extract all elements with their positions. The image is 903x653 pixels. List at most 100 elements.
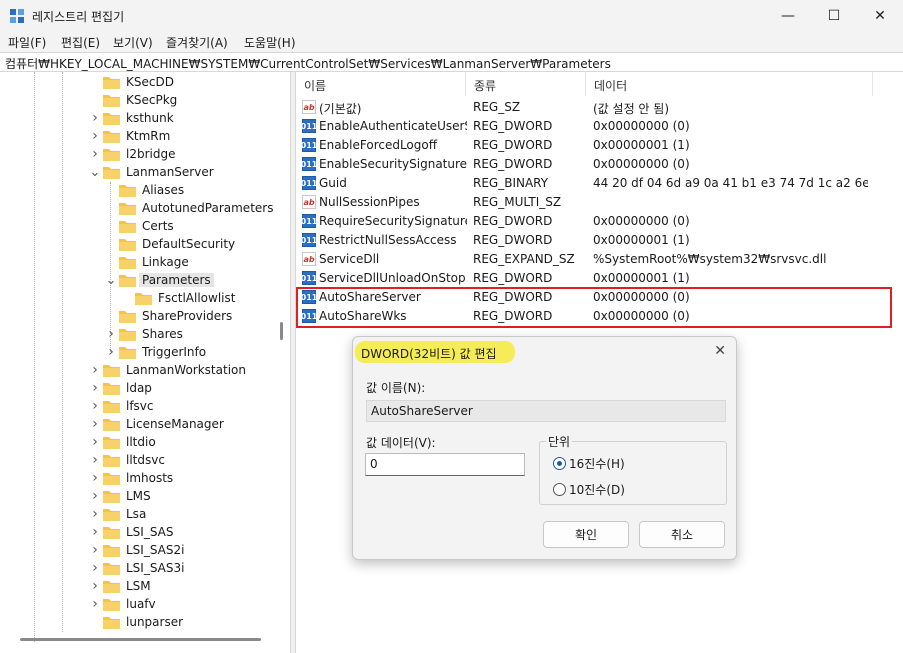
column-header-data[interactable]: 데이터 xyxy=(586,72,873,96)
menu-edit[interactable]: 편집(E) xyxy=(61,34,100,51)
tree-item[interactable]: ⌄ Parameters xyxy=(106,271,214,289)
tree-item-label: lunparser xyxy=(126,615,184,629)
chevron-right-icon[interactable]: › xyxy=(90,541,100,559)
tree-item[interactable]: › luafv xyxy=(90,595,155,613)
value-row[interactable]: ab NullSessionPipes REG_MULTI_SZ xyxy=(296,193,903,212)
value-name: EnableForcedLogoff xyxy=(319,138,438,152)
folder-icon xyxy=(119,220,136,233)
tree-item[interactable]: › ldap xyxy=(90,379,152,397)
chevron-right-icon[interactable]: › xyxy=(90,145,100,163)
column-header-name[interactable]: 이름 xyxy=(296,72,466,96)
close-button[interactable]: ✕ xyxy=(857,0,903,32)
value-row[interactable]: 011 EnableForcedLogoff REG_DWORD 0x00000001… xyxy=(296,136,903,155)
tree-item[interactable]: › ksthunk xyxy=(90,109,174,127)
dialog-close-button[interactable]: ✕ xyxy=(714,343,726,359)
value-name-field: AutoShareServer xyxy=(366,400,726,422)
tree-item[interactable]: Certs xyxy=(106,217,174,235)
value-row[interactable]: 011EnableAuthenticateUserS... REG_DWORD 0x… xyxy=(296,117,903,136)
radio-decimal[interactable]: 10진수(D) xyxy=(553,481,625,498)
tree-item[interactable]: KSecPkg xyxy=(90,91,177,109)
value-row[interactable]: 011 Guid REG_BINARY 44 20 df 04 6d a9 0a 41… xyxy=(296,174,903,193)
tree-item[interactable]: › LSI_SAS2i xyxy=(90,541,184,559)
tree-item[interactable]: › LicenseManager xyxy=(90,415,224,433)
radio-hexadecimal[interactable]: 16진수(H) xyxy=(553,455,625,472)
chevron-right-icon[interactable]: › xyxy=(90,415,100,433)
value-data: 44 20 df 04 6d a9 0a 41 b1 e3 74 7d 1c a… xyxy=(593,176,868,190)
tree-item[interactable]: › TriggerInfo xyxy=(106,343,206,361)
chevron-right-icon[interactable]: › xyxy=(90,451,100,469)
value-name: Guid xyxy=(319,176,347,190)
menu-favorites[interactable]: 즐겨찾기(A) xyxy=(166,34,228,51)
tree-item[interactable]: Linkage xyxy=(106,253,189,271)
minimize-button[interactable]: — xyxy=(765,0,811,32)
tree-item[interactable]: KSecDD xyxy=(90,73,174,91)
tree-item[interactable]: Aliases xyxy=(106,181,184,199)
chevron-right-icon[interactable]: › xyxy=(90,469,100,487)
chevron-down-icon[interactable]: ⌄ xyxy=(106,271,117,289)
tree-item[interactable]: › lmhosts xyxy=(90,469,173,487)
value-data-input[interactable]: 0 xyxy=(365,453,525,476)
address-bar[interactable]: 컴퓨터₩HKEY_LOCAL_MACHINE₩SYSTEM₩CurrentCon… xyxy=(0,52,903,72)
tree-item-label: FsctlAllowlist xyxy=(158,291,236,305)
value-type: REG_SZ xyxy=(473,100,521,114)
chevron-right-icon[interactable]: › xyxy=(90,577,100,595)
tree-item[interactable]: › lltdio xyxy=(90,433,155,451)
tree-item[interactable]: › Lsa xyxy=(90,505,146,523)
menu-view[interactable]: 보기(V) xyxy=(113,34,153,51)
chevron-right-icon[interactable]: › xyxy=(90,559,100,577)
tree-item[interactable]: AutotunedParameters xyxy=(106,199,273,217)
key-tree[interactable]: KSecDD KSecPkg › ksthunk › KtmRm › l2bridge ⌄ Lan… xyxy=(0,72,290,653)
chevron-right-icon[interactable]: › xyxy=(90,127,100,145)
value-row[interactable]: 011 RestrictNullSessAccess REG_DWORD 0x0000… xyxy=(296,231,903,250)
tree-item[interactable]: › KtmRm xyxy=(90,127,170,145)
tree-item[interactable]: › LSM xyxy=(90,577,150,595)
value-row[interactable]: ab (기본값) REG_SZ (값 설정 안 됨) xyxy=(296,98,903,117)
chevron-right-icon[interactable]: › xyxy=(90,523,100,541)
chevron-right-icon[interactable]: › xyxy=(90,433,100,451)
tree-item[interactable]: › Shares xyxy=(106,325,183,343)
menu-file[interactable]: 파일(F) xyxy=(8,34,46,51)
chevron-right-icon[interactable]: › xyxy=(106,343,116,361)
tree-item[interactable]: ⌄ LanmanServer xyxy=(90,163,214,181)
chevron-right-icon[interactable]: › xyxy=(106,325,116,343)
tree-item[interactable]: ShareProviders xyxy=(106,307,232,325)
tree-item[interactable]: › LMS xyxy=(90,487,150,505)
chevron-right-icon[interactable]: › xyxy=(90,505,100,523)
maximize-button[interactable]: ☐ xyxy=(811,0,857,32)
chevron-right-icon[interactable]: › xyxy=(90,361,100,379)
menu-help[interactable]: 도움말(H) xyxy=(244,34,296,51)
chevron-right-icon[interactable]: › xyxy=(90,487,100,505)
tree-item[interactable]: › LanmanWorkstation xyxy=(90,361,246,379)
value-row[interactable]: 011 EnableSecuritySignature REG_DWORD 0x000… xyxy=(296,155,903,174)
tree-item[interactable]: › LSI_SAS3i xyxy=(90,559,184,577)
chevron-right-icon[interactable]: › xyxy=(90,379,100,397)
tree-item[interactable]: › l2bridge xyxy=(90,145,175,163)
chevron-down-icon[interactable]: ⌄ xyxy=(90,163,101,181)
chevron-right-icon[interactable]: › xyxy=(90,109,100,127)
tree-item[interactable]: › lltdsvc xyxy=(90,451,165,469)
value-row[interactable]: ab ServiceDll REG_EXPAND_SZ %SystemRoot%₩sy… xyxy=(296,250,903,269)
tree-item[interactable]: FsctlAllowlist xyxy=(122,289,235,307)
dword-edit-dialog: DWORD(32비트) 값 편집 ✕ 값 이름(N): AutoShareSer… xyxy=(352,336,737,560)
tree-item[interactable]: › lfsvc xyxy=(90,397,153,415)
tree-item[interactable]: lunparser xyxy=(90,613,183,631)
folder-icon xyxy=(103,490,120,503)
value-name: RestrictNullSessAccess xyxy=(319,233,457,247)
tree-item-label: ksthunk xyxy=(126,111,174,125)
ok-button[interactable]: 확인 xyxy=(543,521,629,548)
folder-icon xyxy=(103,508,120,521)
column-header-type[interactable]: 종류 xyxy=(466,72,586,96)
tree-item[interactable]: › LSI_SAS xyxy=(90,523,173,541)
tree-vertical-scrollbar[interactable] xyxy=(274,72,290,642)
tree-scroll-thumb[interactable] xyxy=(280,322,283,340)
cancel-button[interactable]: 취소 xyxy=(639,521,725,548)
chevron-right-icon[interactable]: › xyxy=(90,397,100,415)
tree-horizontal-scrollbar[interactable] xyxy=(20,638,261,641)
value-row[interactable]: 011 ServiceDllUnloadOnStop REG_DWORD 0x0000… xyxy=(296,269,903,288)
tree-item[interactable]: DefaultSecurity xyxy=(106,235,235,253)
radio-checked-icon xyxy=(553,457,566,470)
value-row[interactable]: 011 RequireSecuritySignature REG_DWORD 0x00… xyxy=(296,212,903,231)
chevron-right-icon[interactable]: › xyxy=(90,595,100,613)
